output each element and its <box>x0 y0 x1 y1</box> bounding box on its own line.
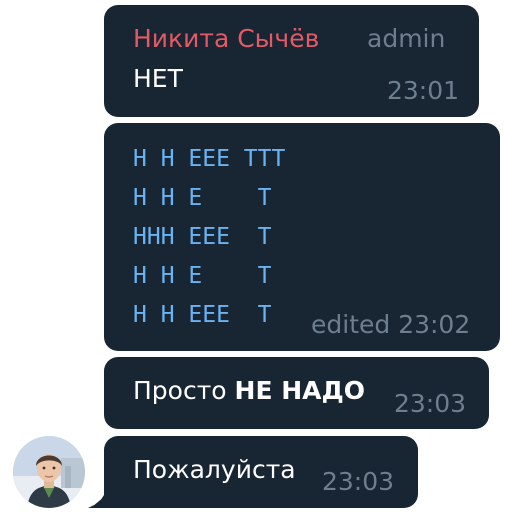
message-edited-time: edited 23:02 <box>311 310 471 339</box>
user-avatar[interactable] <box>13 436 85 508</box>
code-line: ННН ЕЕЕ Т <box>133 224 272 250</box>
sender-name[interactable]: Никита Сычёв <box>133 24 319 53</box>
avatar-photo-icon <box>13 436 85 508</box>
message-text-plain: Просто <box>133 376 227 405</box>
message-time: 23:01 <box>387 76 460 105</box>
message-time: 23:03 <box>322 467 395 496</box>
message-text: Пожалуйста <box>133 455 296 484</box>
code-line: Н Н Е Т <box>133 185 272 211</box>
message-text: НЕТ <box>133 64 183 93</box>
code-line: Н Н Е Т <box>133 263 272 289</box>
code-line: Н Н ЕЕЕ ТТТ <box>133 146 286 172</box>
message-time: 23:03 <box>394 389 467 418</box>
message-text-bold: НЕ НАДО <box>234 376 366 405</box>
message-text: Просто НЕ НАДО <box>133 376 365 405</box>
code-line: Н Н ЕЕЕ Т <box>133 302 272 328</box>
admin-badge: admin <box>367 24 446 53</box>
